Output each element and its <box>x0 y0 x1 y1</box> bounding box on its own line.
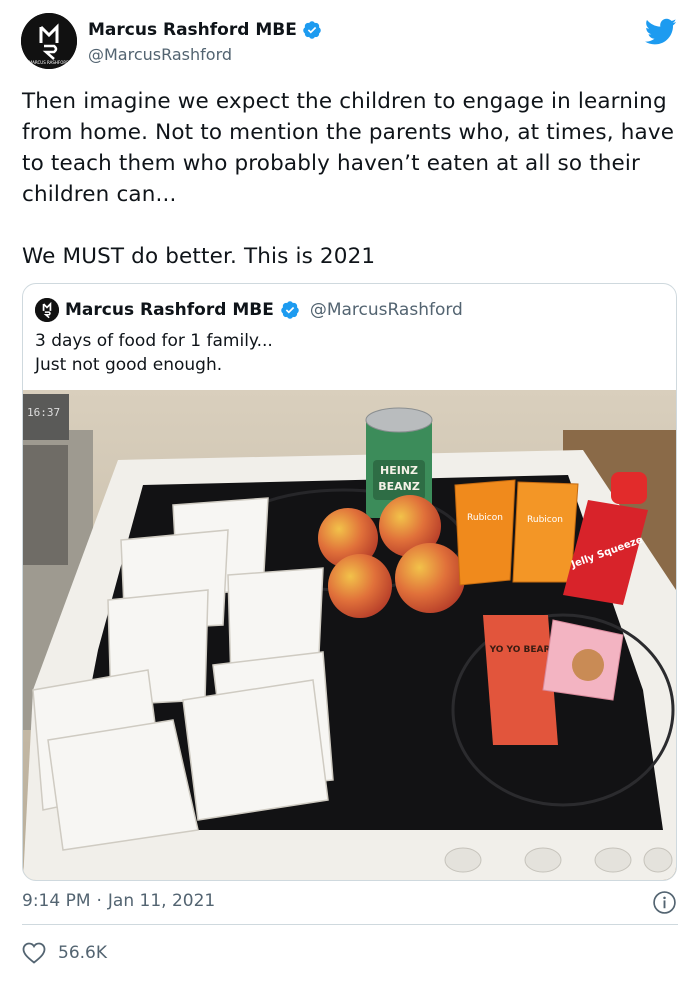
tweet-date: Jan 11, 2021 <box>107 891 216 911</box>
juice-label-2: Rubicon <box>527 515 563 525</box>
author-name-row[interactable]: Marcus Rashford MBE <box>88 20 322 40</box>
tweet-time: 9:14 PM <box>22 891 91 911</box>
can-brand: HEINZ <box>380 464 418 477</box>
avatar-label: MARCUS RASHFORD <box>29 60 70 65</box>
quoted-tweet-photo[interactable]: 16:37 HEINZ BEANZ Rubicon Rubicon Jelly … <box>23 390 676 881</box>
quoted-tweet-header: Marcus Rashford MBE @MarcusRashford <box>35 298 463 322</box>
author-name[interactable]: Marcus Rashford MBE <box>88 20 297 40</box>
like-button[interactable]: 56.6K <box>22 942 107 964</box>
author-avatar[interactable]: MARCUS RASHFORD <box>21 13 77 69</box>
bar-label: YO YO BEAR <box>489 645 551 655</box>
quoted-author-name: Marcus Rashford MBE <box>65 300 274 320</box>
verified-badge-icon <box>281 301 299 319</box>
juice-label-1: Rubicon <box>467 513 503 523</box>
divider <box>22 924 678 925</box>
tweet-timestamp[interactable]: 9:14 PM · Jan 11, 2021 <box>22 891 215 911</box>
heart-icon <box>22 942 46 964</box>
clock-display: 16:37 <box>27 406 60 419</box>
verified-badge-icon <box>303 21 321 39</box>
info-icon[interactable] <box>652 890 677 915</box>
quoted-author-handle: @MarcusRashford <box>309 300 463 320</box>
quoted-author-avatar <box>35 298 59 322</box>
timestamp-separator: · <box>96 891 102 911</box>
can-product: BEANZ <box>378 480 420 493</box>
like-count: 56.6K <box>58 943 107 963</box>
twitter-bird-icon[interactable] <box>645 18 677 46</box>
quoted-tweet-text: 3 days of food for 1 family... Just not … <box>35 331 273 375</box>
quoted-tweet[interactable]: Marcus Rashford MBE @MarcusRashford 3 da… <box>22 283 677 881</box>
tweet-text: Then imagine we expect the children to e… <box>22 89 675 269</box>
author-handle[interactable]: @MarcusRashford <box>88 45 232 64</box>
